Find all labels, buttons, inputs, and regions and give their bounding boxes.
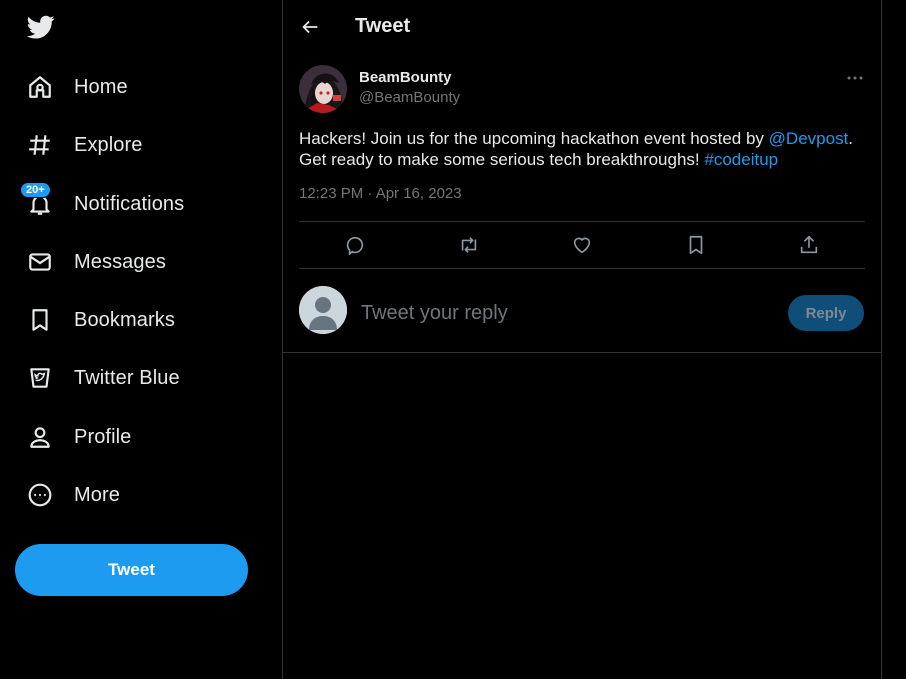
- reply-button-label: Reply: [805, 304, 847, 322]
- divider: [283, 352, 881, 353]
- retweet-icon[interactable]: [458, 234, 480, 256]
- sidebar-item-bookmarks[interactable]: Bookmarks: [26, 300, 175, 340]
- tweet-timestamp[interactable]: 12:23 PM · Apr 16, 2023: [299, 185, 462, 202]
- compose-tweet-button[interactable]: Tweet: [15, 544, 248, 596]
- author-name[interactable]: BeamBounty: [359, 69, 452, 86]
- sidebar-item-label: Twitter Blue: [74, 366, 180, 389]
- notification-badge: 20+: [20, 182, 51, 198]
- sidebar-item-more[interactable]: More: [26, 475, 120, 515]
- person-icon: [26, 423, 54, 451]
- bookmark-icon: [26, 306, 54, 334]
- user-avatar[interactable]: [299, 286, 347, 334]
- sidebar: Home Explore 20+ Notifications Messages …: [0, 0, 283, 679]
- tweet-text: Hackers! Join us for the upcoming hackat…: [299, 128, 869, 170]
- back-arrow-icon[interactable]: [299, 16, 321, 38]
- sidebar-item-notifications[interactable]: 20+ Notifications: [20, 182, 185, 224]
- hashtag-icon: [26, 131, 54, 159]
- sidebar-item-messages[interactable]: Messages: [26, 242, 166, 282]
- author-avatar[interactable]: [299, 65, 347, 113]
- hashtag-link[interactable]: #codeitup: [704, 150, 778, 169]
- share-icon[interactable]: [798, 234, 820, 256]
- reply-button[interactable]: Reply: [788, 295, 864, 331]
- envelope-icon: [26, 248, 54, 276]
- mention-link[interactable]: @Devpost: [769, 129, 849, 148]
- bookmark-icon[interactable]: [685, 234, 707, 256]
- author-handle[interactable]: @BeamBounty: [359, 89, 460, 106]
- sidebar-item-label: Explore: [74, 133, 143, 156]
- page-title: Tweet: [355, 15, 411, 37]
- twitter-bird-icon[interactable]: [26, 13, 56, 41]
- divider: [299, 268, 865, 269]
- tweet-actions: [299, 222, 865, 268]
- main-column: Tweet BeamBounty @BeamBounty Hackers! Jo…: [282, 0, 882, 679]
- reply-input[interactable]: [361, 298, 761, 328]
- sidebar-item-label: Home: [74, 75, 128, 98]
- sidebar-item-explore[interactable]: Explore: [26, 125, 143, 165]
- reply-icon[interactable]: [345, 234, 367, 256]
- bell-icon: 20+: [20, 182, 54, 218]
- sidebar-item-label: Notifications: [74, 192, 185, 215]
- like-icon[interactable]: [571, 234, 593, 256]
- more-circle-icon: [26, 481, 54, 509]
- sidebar-item-twitter-blue[interactable]: Twitter Blue: [26, 358, 180, 398]
- page-header: Tweet: [283, 0, 881, 54]
- sidebar-item-home[interactable]: Home: [26, 67, 128, 107]
- home-icon: [26, 73, 54, 101]
- tweet-text-part: Hackers! Join us for the upcoming hackat…: [299, 129, 769, 148]
- twitter-blue-icon: [26, 364, 54, 392]
- more-options-icon[interactable]: [845, 68, 865, 88]
- sidebar-item-profile[interactable]: Profile: [26, 417, 131, 457]
- sidebar-item-label: Messages: [74, 250, 166, 273]
- sidebar-item-label: Bookmarks: [74, 308, 175, 331]
- sidebar-item-label: Profile: [74, 425, 132, 448]
- sidebar-item-label: More: [74, 483, 120, 506]
